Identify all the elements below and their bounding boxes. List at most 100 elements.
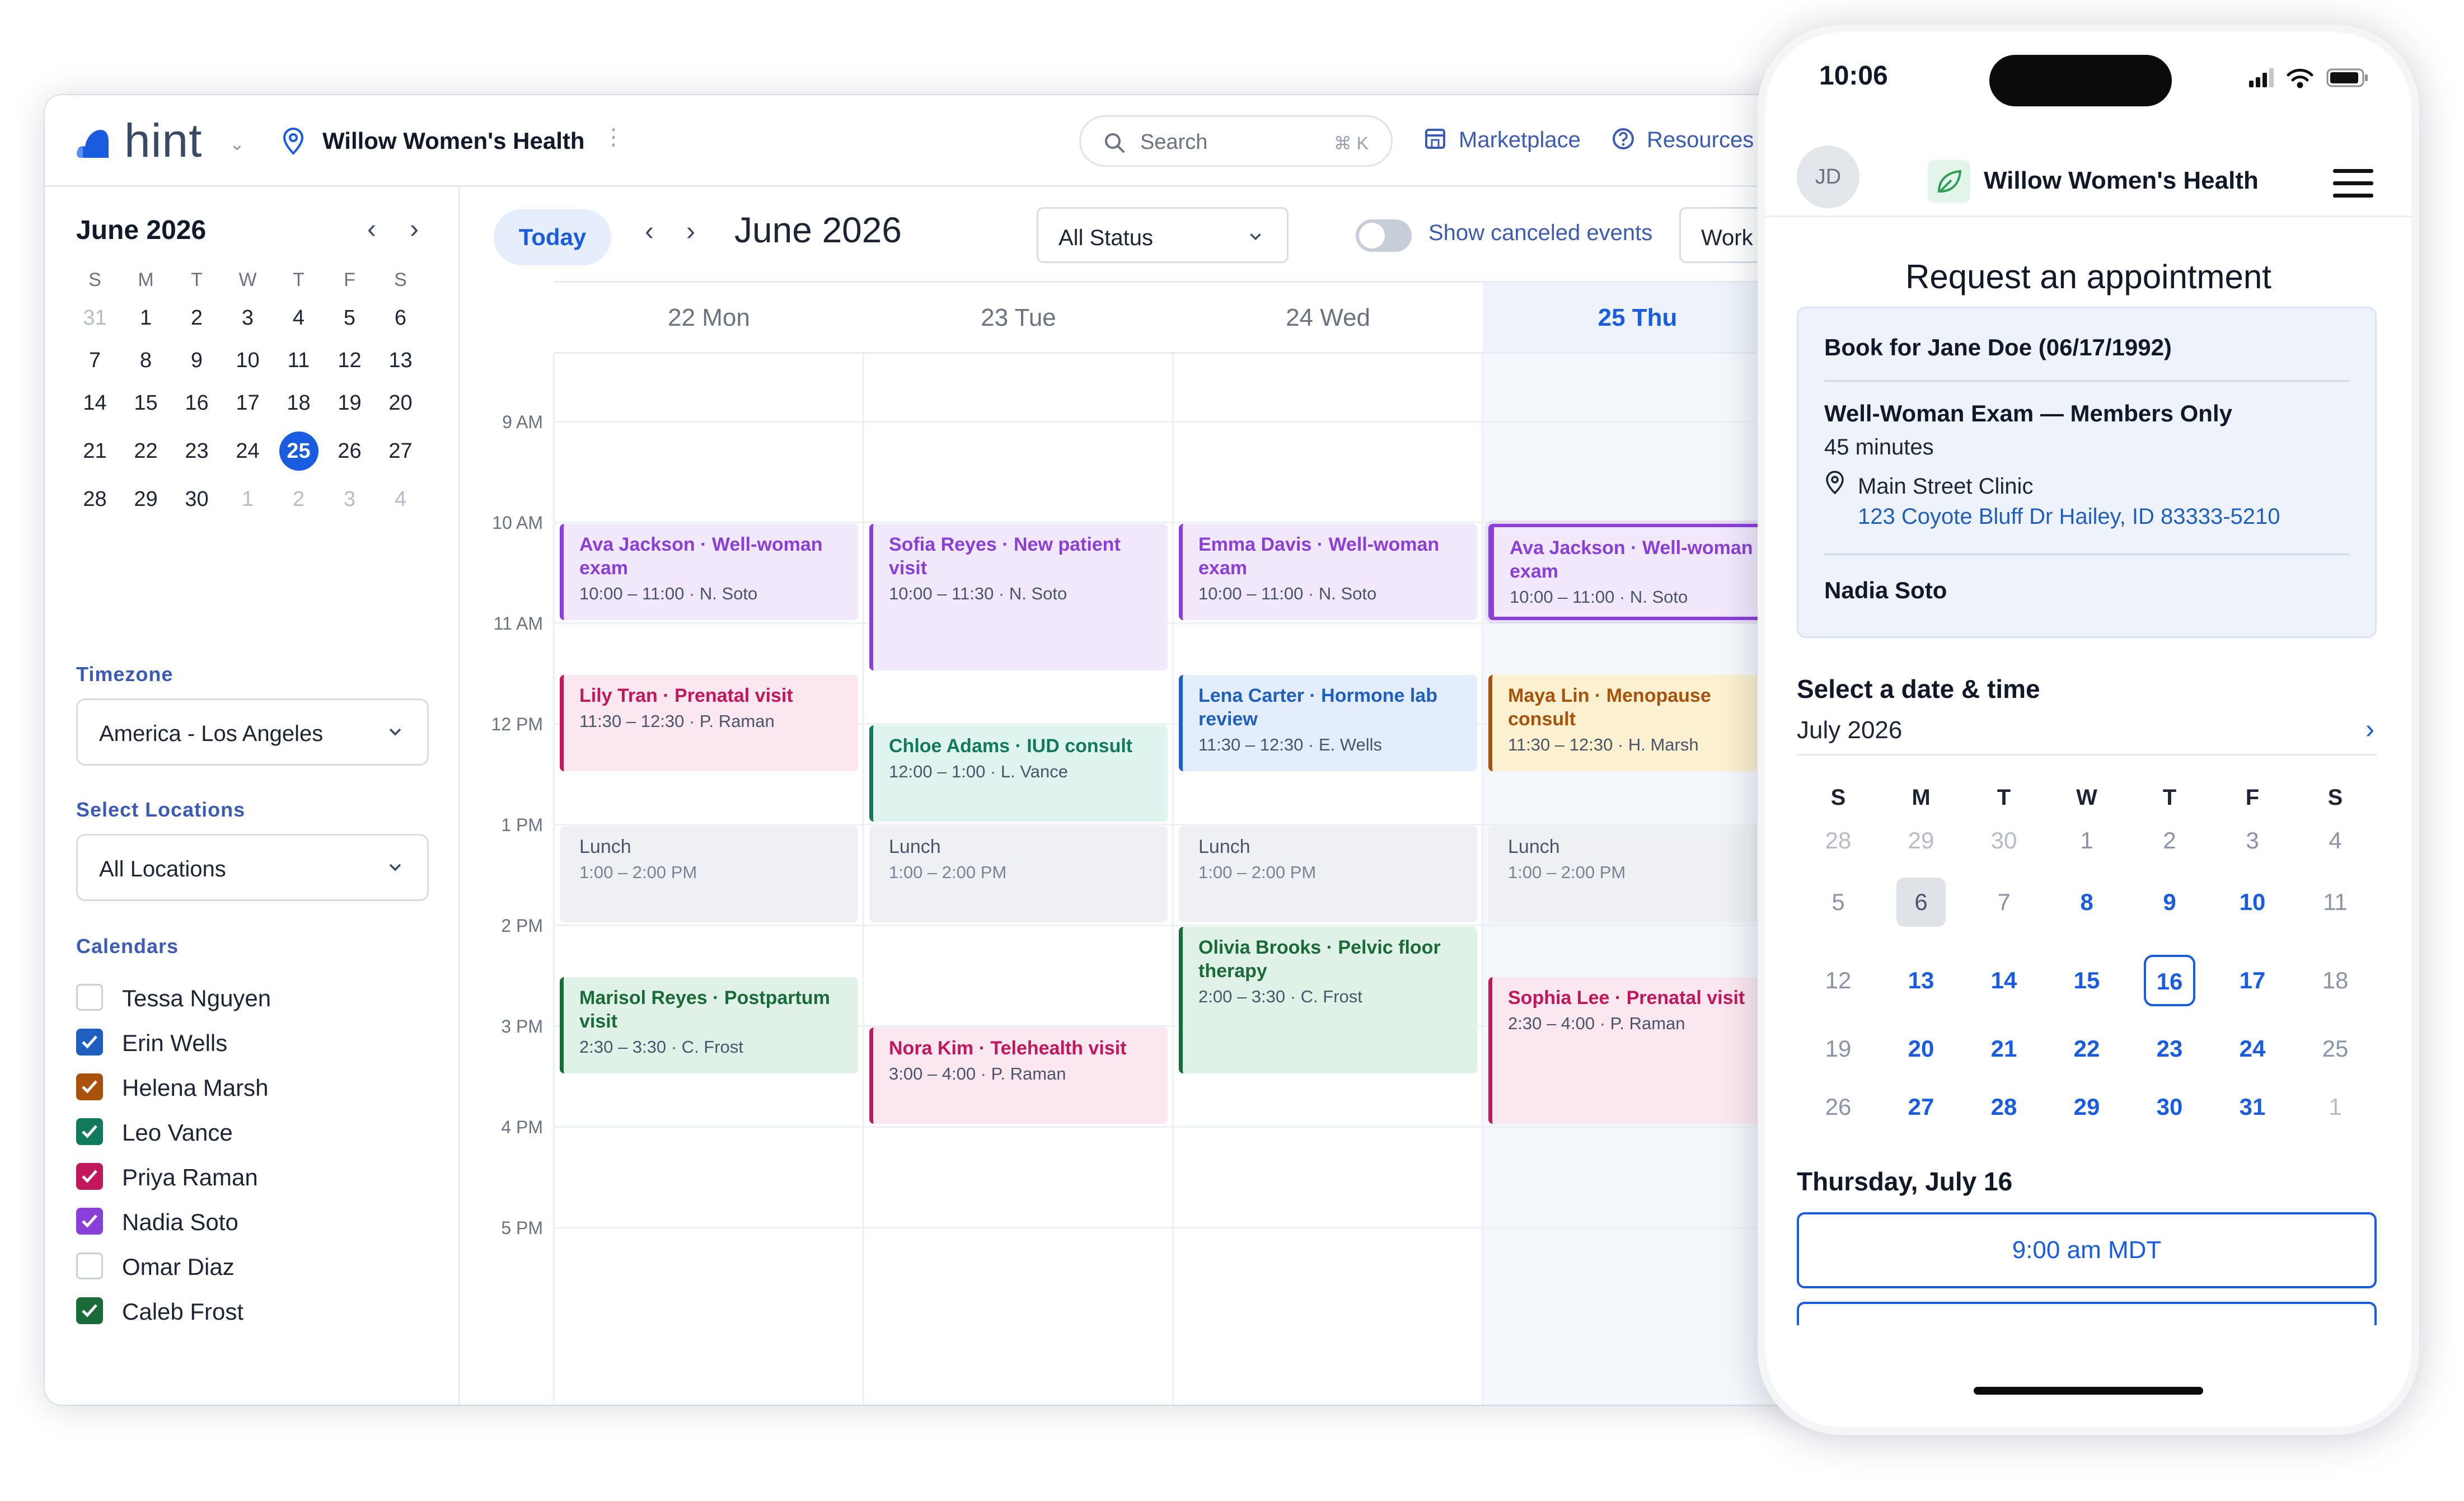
show-canceled-toggle[interactable] bbox=[1356, 219, 1412, 252]
mini-calendar-day[interactable]: 25 bbox=[273, 431, 324, 471]
time-slot-button[interactable]: 9:00 am MDT bbox=[1797, 1212, 2377, 1288]
mini-calendar-day[interactable]: 1 bbox=[222, 487, 273, 512]
available-date[interactable]: 9 bbox=[2128, 889, 2211, 916]
selected-date[interactable]: 16 bbox=[2128, 955, 2211, 1006]
mini-calendar-day[interactable]: 2 bbox=[171, 306, 222, 330]
mini-calendar-day[interactable]: 9 bbox=[171, 349, 222, 373]
mini-calendar-day[interactable]: 3 bbox=[222, 306, 273, 330]
mini-calendar-day[interactable]: 27 bbox=[375, 439, 426, 463]
mini-calendar-day[interactable]: 5 bbox=[324, 306, 375, 330]
mini-calendar-day[interactable]: 22 bbox=[120, 439, 171, 463]
available-date[interactable]: 27 bbox=[1880, 1094, 1962, 1120]
mini-calendar-day[interactable]: 29 bbox=[120, 487, 171, 512]
mini-calendar-day[interactable]: 4 bbox=[375, 487, 426, 512]
appointment-event[interactable]: Emma Davis · Well-woman exam 10:00 – 11:0… bbox=[1179, 524, 1477, 620]
more-options-icon[interactable]: ⋮ bbox=[602, 124, 625, 150]
mini-calendar-day[interactable]: 18 bbox=[273, 391, 324, 415]
appointment-event[interactable]: Ava Jackson · Well-woman exam 10:00 – 11:… bbox=[1488, 524, 1787, 620]
app-switcher-chevron-icon[interactable]: ⌄ bbox=[229, 133, 245, 154]
available-date[interactable]: 22 bbox=[2045, 1035, 2128, 1062]
mini-calendar-day[interactable]: 20 bbox=[375, 391, 426, 415]
mini-calendar-day[interactable]: 15 bbox=[120, 391, 171, 415]
mini-calendar-day[interactable]: 7 bbox=[69, 349, 120, 373]
mini-calendar-day[interactable]: 30 bbox=[171, 487, 222, 512]
marketplace-link[interactable]: Marketplace bbox=[1425, 128, 1581, 153]
appointment-event[interactable]: Sophia Lee · Prenatal visit 2:30 – 4:00 ·… bbox=[1488, 977, 1787, 1124]
week-grid[interactable]: 8 AM9 AM10 AM11 AM12 PM1 PM2 PM3 PM4 PM5… bbox=[460, 354, 1836, 1405]
lunch-block[interactable]: Lunch 1:00 – 2:00 PM bbox=[560, 826, 858, 922]
appointment-event[interactable]: Maya Lin · Menopause consult 11:30 – 12:3… bbox=[1488, 675, 1787, 771]
available-date[interactable]: 10 bbox=[2211, 889, 2294, 916]
checkbox-unchecked-icon[interactable] bbox=[76, 1253, 103, 1279]
mini-calendar-day[interactable]: 21 bbox=[69, 439, 120, 463]
available-date[interactable]: 21 bbox=[1962, 1035, 2045, 1062]
today-button[interactable]: Today bbox=[494, 209, 611, 265]
mini-calendar-day[interactable]: 2 bbox=[273, 487, 324, 512]
available-date[interactable]: 30 bbox=[2128, 1094, 2211, 1120]
mini-calendar-day[interactable]: 17 bbox=[222, 391, 273, 415]
prev-week-chevron-icon[interactable]: ‹ bbox=[645, 216, 654, 247]
available-date[interactable]: 28 bbox=[1962, 1094, 2045, 1120]
available-date[interactable]: 23 bbox=[2128, 1035, 2211, 1062]
appointment-event[interactable]: Lily Tran · Prenatal visit 11:30 – 12:30 … bbox=[560, 675, 858, 771]
checkbox-checked-icon[interactable] bbox=[76, 1163, 103, 1190]
mini-calendar-day[interactable]: 24 bbox=[222, 439, 273, 463]
mini-calendar-day[interactable]: 4 bbox=[273, 306, 324, 330]
available-date[interactable]: 15 bbox=[2045, 967, 2128, 994]
mini-calendar-day[interactable]: 1 bbox=[120, 306, 171, 330]
day-header[interactable]: 25 Thu bbox=[1483, 281, 1792, 354]
mini-calendar-next-chevron-icon[interactable]: › bbox=[410, 214, 419, 245]
checkbox-unchecked-icon[interactable] bbox=[76, 984, 103, 1011]
appointment-event[interactable]: Ava Jackson · Well-woman exam 10:00 – 11:… bbox=[560, 524, 858, 620]
mini-calendar-day[interactable]: 3 bbox=[324, 487, 375, 512]
mini-calendar-day[interactable]: 14 bbox=[69, 391, 120, 415]
lunch-block[interactable]: Lunch 1:00 – 2:00 PM bbox=[1488, 826, 1787, 922]
day-header[interactable]: 22 Mon bbox=[554, 281, 864, 354]
day-header[interactable]: 24 Wed bbox=[1173, 281, 1483, 354]
avatar[interactable]: JD bbox=[1797, 146, 1859, 208]
available-date[interactable]: 14 bbox=[1962, 967, 2045, 994]
appointment-event[interactable]: Marisol Reyes · Postpartum visit 2:30 – 3… bbox=[560, 977, 858, 1073]
appointment-event[interactable]: Lena Carter · Hormone lab review 11:30 – … bbox=[1179, 675, 1477, 771]
checkbox-checked-icon[interactable] bbox=[76, 1029, 103, 1056]
available-date[interactable]: 29 bbox=[2045, 1094, 2128, 1120]
resources-link[interactable]: Resources bbox=[1613, 128, 1754, 153]
status-filter-select[interactable]: All Status bbox=[1037, 207, 1289, 263]
mini-calendar-day[interactable]: 10 bbox=[222, 349, 273, 373]
search-input[interactable]: Search ⌘ K bbox=[1079, 115, 1393, 167]
lunch-block[interactable]: Lunch 1:00 – 2:00 PM bbox=[1179, 826, 1477, 922]
day-header[interactable]: 23 Tue bbox=[864, 281, 1173, 354]
lunch-block[interactable]: Lunch 1:00 – 2:00 PM bbox=[869, 826, 1168, 922]
next-month-chevron-icon[interactable]: › bbox=[2365, 714, 2374, 745]
mini-calendar-day[interactable]: 13 bbox=[375, 349, 426, 373]
mini-calendar-day[interactable]: 19 bbox=[324, 391, 375, 415]
mini-calendar-day[interactable]: 8 bbox=[120, 349, 171, 373]
mini-calendar-day[interactable]: 23 bbox=[171, 439, 222, 463]
appointment-event[interactable]: Chloe Adams · IUD consult 12:00 – 1:00 · … bbox=[869, 725, 1168, 822]
next-week-chevron-icon[interactable]: › bbox=[686, 216, 695, 247]
appointment-event[interactable]: Olivia Brooks · Pelvic floor therapy 2:00… bbox=[1179, 927, 1477, 1073]
mini-calendar-day[interactable]: 16 bbox=[171, 391, 222, 415]
clinic-address[interactable]: 123 Coyote Bluff Dr Hailey, ID 83333-521… bbox=[1858, 504, 2280, 529]
available-date[interactable]: 17 bbox=[2211, 967, 2294, 994]
available-date[interactable]: 13 bbox=[1880, 967, 1962, 994]
appointment-event[interactable]: Nora Kim · Telehealth visit 3:00 – 4:00 ·… bbox=[869, 1028, 1168, 1124]
timezone-select[interactable]: America - Los Angeles bbox=[76, 698, 429, 766]
mini-calendar-prev-chevron-icon[interactable]: ‹ bbox=[367, 214, 376, 245]
available-date[interactable]: 8 bbox=[2045, 889, 2128, 916]
checkbox-checked-icon[interactable] bbox=[76, 1297, 103, 1324]
hamburger-menu-icon[interactable] bbox=[2332, 167, 2374, 200]
organization-name[interactable]: Willow Women's Health bbox=[322, 128, 585, 154]
mini-calendar-day[interactable]: 11 bbox=[273, 349, 324, 373]
mini-calendar-day[interactable]: 12 bbox=[324, 349, 375, 373]
checkbox-checked-icon[interactable] bbox=[76, 1118, 103, 1145]
checkbox-checked-icon[interactable] bbox=[76, 1208, 103, 1235]
available-date[interactable]: 31 bbox=[2211, 1094, 2294, 1120]
checkbox-checked-icon[interactable] bbox=[76, 1073, 103, 1100]
mini-calendar-day[interactable]: 28 bbox=[69, 487, 120, 512]
available-date[interactable]: 24 bbox=[2211, 1035, 2294, 1062]
appointment-event[interactable]: Sofia Reyes · New patient visit 10:00 – 1… bbox=[869, 524, 1168, 670]
mini-calendar-day[interactable]: 6 bbox=[375, 306, 426, 330]
available-date[interactable]: 20 bbox=[1880, 1035, 1962, 1062]
locations-select[interactable]: All Locations bbox=[76, 834, 429, 901]
